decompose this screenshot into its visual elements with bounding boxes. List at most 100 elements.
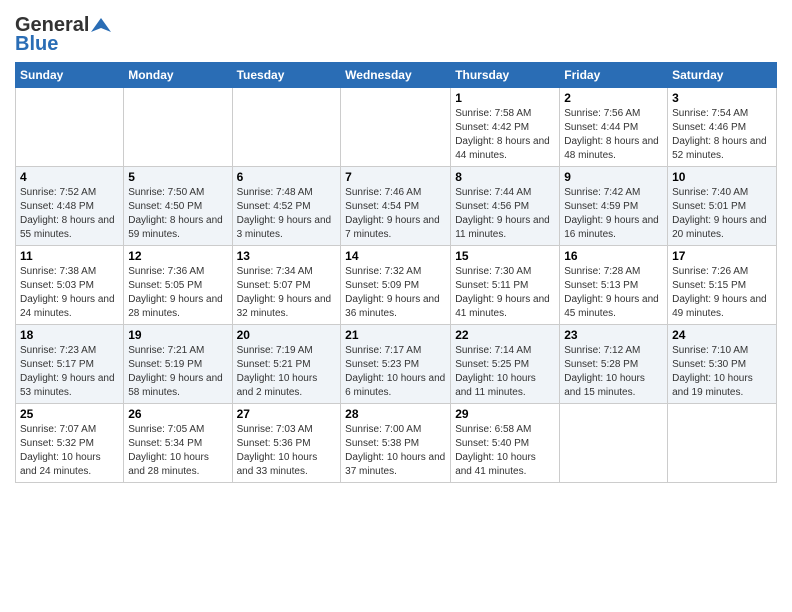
col-header-thursday: Thursday [451, 63, 560, 88]
calendar-cell: 29Sunrise: 6:58 AMSunset: 5:40 PMDayligh… [451, 404, 560, 483]
calendar-cell: 10 Sunrise: 7:40 AMSunset: 5:01 PMDayligh… [668, 167, 777, 246]
calendar-cell [668, 404, 777, 483]
col-header-wednesday: Wednesday [341, 63, 451, 88]
day-number: 29 [455, 407, 555, 421]
calendar-week-2: 4 Sunrise: 7:52 AMSunset: 4:48 PMDaylight… [16, 167, 777, 246]
day-number: 3 [672, 91, 772, 105]
day-info: Sunrise: 7:03 AMSunset: 5:36 PMDaylight:… [237, 423, 337, 479]
day-number: 4 [20, 170, 119, 184]
day-info: Sunrise: 7:28 AMSunset: 5:13 PMDaylight:… [564, 265, 663, 321]
day-info: Sunrise: 7:17 AMSunset: 5:23 PMDaylight:… [345, 344, 446, 400]
calendar-cell: 14 Sunrise: 7:32 AMSunset: 5:09 PMDayligh… [341, 246, 451, 325]
day-number: 6 [237, 170, 337, 184]
day-info: Sunrise: 7:54 AMSunset: 4:46 PMDaylight:… [672, 107, 772, 163]
calendar-week-5: 25 Sunrise: 7:07 AMSunset: 5:32 PMDayligh… [16, 404, 777, 483]
day-number: 9 [564, 170, 663, 184]
calendar-cell [232, 88, 341, 167]
logo: General Blue [15, 10, 111, 56]
calendar-cell: 11 Sunrise: 7:38 AMSunset: 5:03 PMDayligh… [16, 246, 124, 325]
calendar-cell: 13Sunrise: 7:34 AMSunset: 5:07 PMDayligh… [232, 246, 341, 325]
day-number: 23 [564, 328, 663, 342]
day-number: 7 [345, 170, 446, 184]
calendar-cell: 18 Sunrise: 7:23 AMSunset: 5:17 PMDayligh… [16, 325, 124, 404]
day-number: 1 [455, 91, 555, 105]
day-info: Sunrise: 7:05 AMSunset: 5:34 PMDaylight:… [128, 423, 227, 479]
day-info: Sunrise: 7:12 AMSunset: 5:28 PMDaylight:… [564, 344, 663, 400]
day-info: Sunrise: 7:30 AMSunset: 5:11 PMDaylight:… [455, 265, 555, 321]
day-number: 25 [20, 407, 119, 421]
calendar-cell [560, 404, 668, 483]
day-info: Sunrise: 7:21 AMSunset: 5:19 PMDaylight:… [128, 344, 227, 400]
calendar-cell: 3 Sunrise: 7:54 AMSunset: 4:46 PMDaylight… [668, 88, 777, 167]
day-info: Sunrise: 7:44 AMSunset: 4:56 PMDaylight:… [455, 186, 555, 242]
day-number: 16 [564, 249, 663, 263]
calendar-cell: 1 Sunrise: 7:58 AMSunset: 4:42 PMDaylight… [451, 88, 560, 167]
calendar-cell: 9 Sunrise: 7:42 AMSunset: 4:59 PMDaylight… [560, 167, 668, 246]
day-number: 19 [128, 328, 227, 342]
day-number: 12 [128, 249, 227, 263]
day-info: Sunrise: 7:10 AMSunset: 5:30 PMDaylight:… [672, 344, 772, 400]
day-info: Sunrise: 7:00 AMSunset: 5:38 PMDaylight:… [345, 423, 446, 479]
day-number: 27 [237, 407, 337, 421]
day-info: Sunrise: 7:40 AMSunset: 5:01 PMDaylight:… [672, 186, 772, 242]
calendar-cell [16, 88, 124, 167]
calendar-cell: 24 Sunrise: 7:10 AMSunset: 5:30 PMDayligh… [668, 325, 777, 404]
col-header-monday: Monday [124, 63, 232, 88]
day-number: 5 [128, 170, 227, 184]
calendar-cell: 21Sunrise: 7:17 AMSunset: 5:23 PMDayligh… [341, 325, 451, 404]
day-number: 20 [237, 328, 337, 342]
calendar-cell: 22 Sunrise: 7:14 AMSunset: 5:25 PMDayligh… [451, 325, 560, 404]
day-info: Sunrise: 7:36 AMSunset: 5:05 PMDaylight:… [128, 265, 227, 321]
calendar-cell: 5 Sunrise: 7:50 AMSunset: 4:50 PMDaylight… [124, 167, 232, 246]
calendar-cell: 23 Sunrise: 7:12 AMSunset: 5:28 PMDayligh… [560, 325, 668, 404]
day-info: Sunrise: 7:38 AMSunset: 5:03 PMDaylight:… [20, 265, 119, 321]
day-info: Sunrise: 7:50 AMSunset: 4:50 PMDaylight:… [128, 186, 227, 242]
day-number: 13 [237, 249, 337, 263]
calendar-cell: 20Sunrise: 7:19 AMSunset: 5:21 PMDayligh… [232, 325, 341, 404]
calendar-week-4: 18 Sunrise: 7:23 AMSunset: 5:17 PMDayligh… [16, 325, 777, 404]
day-number: 11 [20, 249, 119, 263]
day-info: Sunrise: 7:58 AMSunset: 4:42 PMDaylight:… [455, 107, 555, 163]
calendar-cell: 6 Sunrise: 7:48 AMSunset: 4:52 PMDaylight… [232, 167, 341, 246]
calendar-cell: 7 Sunrise: 7:46 AMSunset: 4:54 PMDaylight… [341, 167, 451, 246]
calendar-cell: 8 Sunrise: 7:44 AMSunset: 4:56 PMDaylight… [451, 167, 560, 246]
day-info: Sunrise: 7:48 AMSunset: 4:52 PMDaylight:… [237, 186, 337, 242]
day-info: Sunrise: 7:32 AMSunset: 5:09 PMDaylight:… [345, 265, 446, 321]
day-number: 14 [345, 249, 446, 263]
col-header-friday: Friday [560, 63, 668, 88]
col-header-saturday: Saturday [668, 63, 777, 88]
calendar-week-3: 11 Sunrise: 7:38 AMSunset: 5:03 PMDayligh… [16, 246, 777, 325]
day-number: 15 [455, 249, 555, 263]
calendar-cell: 12 Sunrise: 7:36 AMSunset: 5:05 PMDayligh… [124, 246, 232, 325]
calendar-table: SundayMondayTuesdayWednesdayThursdayFrid… [15, 62, 777, 483]
day-number: 2 [564, 91, 663, 105]
calendar-cell: 4 Sunrise: 7:52 AMSunset: 4:48 PMDaylight… [16, 167, 124, 246]
calendar-cell: 2 Sunrise: 7:56 AMSunset: 4:44 PMDaylight… [560, 88, 668, 167]
logo-blue: Blue [15, 33, 58, 56]
day-number: 18 [20, 328, 119, 342]
day-number: 24 [672, 328, 772, 342]
day-number: 28 [345, 407, 446, 421]
calendar-cell: 17 Sunrise: 7:26 AMSunset: 5:15 PMDayligh… [668, 246, 777, 325]
day-info: Sunrise: 7:23 AMSunset: 5:17 PMDaylight:… [20, 344, 119, 400]
day-info: Sunrise: 7:56 AMSunset: 4:44 PMDaylight:… [564, 107, 663, 163]
day-info: Sunrise: 7:26 AMSunset: 5:15 PMDaylight:… [672, 265, 772, 321]
day-number: 26 [128, 407, 227, 421]
col-header-tuesday: Tuesday [232, 63, 341, 88]
day-info: Sunrise: 7:52 AMSunset: 4:48 PMDaylight:… [20, 186, 119, 242]
day-number: 10 [672, 170, 772, 184]
day-number: 22 [455, 328, 555, 342]
calendar-cell: 26 Sunrise: 7:05 AMSunset: 5:34 PMDayligh… [124, 404, 232, 483]
calendar-week-1: 1 Sunrise: 7:58 AMSunset: 4:42 PMDaylight… [16, 88, 777, 167]
day-info: Sunrise: 7:14 AMSunset: 5:25 PMDaylight:… [455, 344, 555, 400]
calendar-cell: 19 Sunrise: 7:21 AMSunset: 5:19 PMDayligh… [124, 325, 232, 404]
day-number: 17 [672, 249, 772, 263]
day-info: Sunrise: 7:07 AMSunset: 5:32 PMDaylight:… [20, 423, 119, 479]
day-number: 8 [455, 170, 555, 184]
calendar-cell [124, 88, 232, 167]
day-info: Sunrise: 7:46 AMSunset: 4:54 PMDaylight:… [345, 186, 446, 242]
calendar-cell: 27 Sunrise: 7:03 AMSunset: 5:36 PMDayligh… [232, 404, 341, 483]
calendar-cell: 16 Sunrise: 7:28 AMSunset: 5:13 PMDayligh… [560, 246, 668, 325]
col-header-sunday: Sunday [16, 63, 124, 88]
day-info: Sunrise: 7:42 AMSunset: 4:59 PMDaylight:… [564, 186, 663, 242]
